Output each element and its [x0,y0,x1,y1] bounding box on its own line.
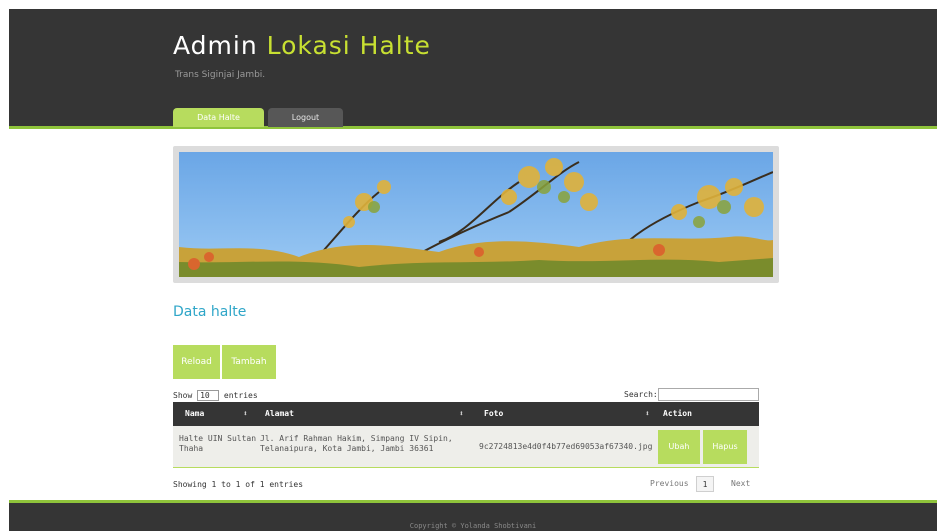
alamat-line-1: Jl. Arif Rahman Hakim, Simpang IV Sipin, [260,434,453,443]
site-title-accent: Lokasi Halte [266,31,431,60]
search-label: Search: [624,390,658,399]
site-header: Admin Lokasi Halte Trans Siginjai Jambi.… [9,9,937,129]
search-input[interactable] [658,388,759,401]
column-header-foto[interactable]: Foto [484,402,503,426]
halte-table: Nama ⬍ Alamat ⬍ Foto ⬍ Action Halte UIN … [173,402,759,468]
sort-icon[interactable]: ⬍ [459,402,464,426]
copyright-text: Copyright © Yolanda Shobtivani [409,522,537,530]
site-footer: Copyright © Yolanda Shobtivani [9,500,937,531]
tambah-button[interactable]: Tambah [222,345,276,379]
hapus-button[interactable]: Hapus [703,430,747,464]
tab-logout[interactable]: Logout [268,108,343,127]
cell-nama: Halte UIN Sultan Thaha [179,434,256,454]
reload-button[interactable]: Reload [173,345,220,379]
column-header-nama[interactable]: Nama [185,402,204,426]
cell-foto: 9c2724813e4d0f4b77ed69053af67340.jpg [479,442,653,451]
nama-line-2: Thaha [179,444,204,453]
banner [173,146,779,283]
column-header-action: Action [663,409,692,418]
site-subtitle: Trans Siginjai Jambi. [175,70,266,80]
page-number-button[interactable]: 1 [696,476,714,492]
sort-icon[interactable]: ⬍ [243,402,248,426]
table-header: Nama ⬍ Alamat ⬍ Foto ⬍ Action [173,402,759,426]
alamat-line-2: Telanaipura, Kota Jambi, Jambi 36361 [260,444,434,453]
page: Admin Lokasi Halte Trans Siginjai Jambi.… [0,0,937,531]
site-title: Admin Lokasi Halte [173,31,431,60]
nama-line-1: Halte UIN Sultan [179,434,257,443]
banner-image [179,152,773,277]
table-row: Halte UIN Sultan Thaha Jl. Arif Rahman H… [173,426,759,468]
show-entries-control: Show 10 ⌄ entries [173,390,258,409]
show-label: Show [173,391,193,400]
tab-data-halte[interactable]: Data Halte [173,108,264,127]
previous-button[interactable]: Previous [650,476,689,492]
entries-value: 10 [200,391,210,400]
entries-select[interactable]: 10 ⌄ [197,390,220,409]
section-title: Data halte [173,304,247,320]
sort-icon[interactable]: ⬍ [645,402,650,426]
column-header-alamat[interactable]: Alamat [265,402,294,426]
next-button[interactable]: Next [731,476,750,492]
entries-label: entries [223,391,258,400]
table-info: Showing 1 to 1 of 1 entries [173,480,304,489]
cell-alamat: Jl. Arif Rahman Hakim, Simpang IV Sipin,… [260,434,453,454]
ubah-button[interactable]: Ubah [658,430,700,464]
site-title-main: Admin [173,31,267,60]
